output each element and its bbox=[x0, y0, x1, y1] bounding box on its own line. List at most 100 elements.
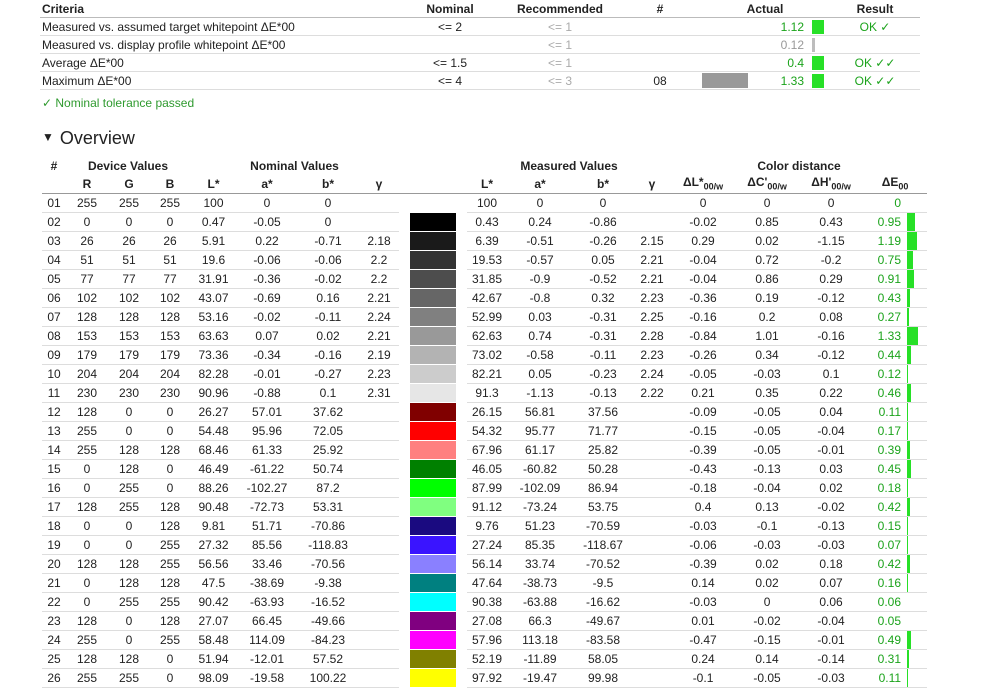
nominal-gamma bbox=[359, 516, 400, 536]
criteria-result bbox=[830, 35, 920, 54]
measured-a: 33.74 bbox=[507, 554, 574, 574]
patch-number: 24 bbox=[42, 630, 66, 650]
delta-e-bar bbox=[907, 384, 912, 402]
device-b: 26 bbox=[150, 231, 190, 251]
measured-gamma-header: γ bbox=[633, 174, 672, 194]
device-r: 26 bbox=[66, 231, 108, 251]
color-swatch-cell bbox=[399, 479, 467, 498]
color-swatch bbox=[410, 593, 457, 611]
criteria-name: Average ΔE*00 bbox=[40, 53, 400, 72]
delta-h: 0.1 bbox=[799, 364, 864, 384]
measured-l-header: L* bbox=[467, 174, 508, 194]
color-swatch-cell bbox=[399, 517, 467, 536]
device-r: 0 bbox=[66, 535, 108, 555]
measured-b: -83.58 bbox=[573, 630, 634, 650]
table-row: 01 255 255 255 100 0 0 100 0 0 0 0 0 0 bbox=[42, 193, 928, 213]
delta-e: 0.49 bbox=[863, 630, 908, 650]
table-row: 24 255 0 255 58.48 114.09 -84.23 57.96 113.18 -83… bbox=[42, 630, 928, 650]
nominal-l: 63.63 bbox=[190, 326, 237, 346]
nominal-l: 68.46 bbox=[190, 440, 237, 460]
patch-number: 05 bbox=[42, 269, 66, 289]
measured-a: -0.57 bbox=[507, 250, 574, 270]
color-swatch-cell bbox=[399, 612, 467, 631]
delta-c: -0.15 bbox=[735, 630, 800, 650]
nominal-l: 100 bbox=[190, 193, 237, 213]
nominal-gamma bbox=[359, 630, 400, 650]
device-g: 0 bbox=[108, 402, 150, 422]
nominal-l: 56.56 bbox=[190, 554, 237, 574]
criteria-swatch-cell bbox=[700, 35, 760, 54]
color-swatch bbox=[410, 517, 457, 535]
device-r: 0 bbox=[66, 212, 108, 232]
table-row: 18 0 0 128 9.81 51.71 -70.86 9.76 51.23 -70.59 -0.… bbox=[42, 516, 928, 536]
delta-e: 0.42 bbox=[863, 554, 908, 574]
device-b: 230 bbox=[150, 383, 190, 403]
measured-b: -0.11 bbox=[573, 345, 634, 365]
delta-c: 0.02 bbox=[735, 554, 800, 574]
table-row: 11 230 230 230 90.96 -0.88 0.1 2.31 91.3 -1.13 -0.… bbox=[42, 383, 928, 403]
measured-gamma bbox=[633, 212, 672, 232]
measured-b: 71.77 bbox=[573, 421, 634, 441]
measured-a: -60.82 bbox=[507, 459, 574, 479]
nominal-a: 51.71 bbox=[237, 516, 297, 536]
delta-l: 0.4 bbox=[671, 497, 736, 517]
measured-b: -70.59 bbox=[573, 516, 634, 536]
nominal-gamma bbox=[359, 440, 400, 460]
delta-e-bar-cell bbox=[907, 459, 928, 479]
criteria-table: Criteria Nominal Recommended # Actual Re… bbox=[40, 0, 920, 90]
device-g: 255 bbox=[108, 478, 150, 498]
delta-c: -0.03 bbox=[735, 535, 800, 555]
device-b: 153 bbox=[150, 326, 190, 346]
delta-c: 0.85 bbox=[735, 212, 800, 232]
nominal-gamma: 2.21 bbox=[359, 326, 400, 346]
measured-gamma bbox=[633, 478, 672, 498]
device-b: 0 bbox=[150, 668, 190, 688]
overview-title: Overview bbox=[59, 128, 135, 148]
device-g: 204 bbox=[108, 364, 150, 384]
color-swatch bbox=[410, 460, 457, 478]
measured-l: 6.39 bbox=[467, 231, 508, 251]
device-r: 77 bbox=[66, 269, 108, 289]
device-g: 179 bbox=[108, 345, 150, 365]
nominal-b: 0.02 bbox=[297, 326, 359, 346]
color-swatch bbox=[410, 441, 457, 459]
nominal-a: -0.69 bbox=[237, 288, 297, 308]
device-b: 204 bbox=[150, 364, 190, 384]
patch-number: 18 bbox=[42, 516, 66, 536]
measured-l: 46.05 bbox=[467, 459, 508, 479]
patch-number: 17 bbox=[42, 497, 66, 517]
color-swatch bbox=[410, 555, 457, 573]
measured-b: 0 bbox=[573, 193, 634, 213]
result-header: Result bbox=[830, 0, 920, 18]
measured-gamma bbox=[633, 497, 672, 517]
color-swatch bbox=[410, 327, 457, 345]
nominal-l: 90.42 bbox=[190, 592, 237, 612]
delta-l-header: ΔL*00/w bbox=[671, 174, 736, 194]
delta-e-bar-cell bbox=[907, 554, 928, 574]
nominal-a: -0.05 bbox=[237, 212, 297, 232]
criteria-num: 08 bbox=[620, 71, 700, 90]
color-swatch-cell bbox=[399, 289, 467, 308]
delta-e-bar bbox=[907, 498, 911, 516]
measured-l: 82.21 bbox=[467, 364, 508, 384]
overview-table: # Device Values Nominal Values Measured … bbox=[42, 157, 928, 688]
device-b: 179 bbox=[150, 345, 190, 365]
criteria-actual-bar-cell bbox=[810, 71, 830, 90]
table-row: 06 102 102 102 43.07 -0.69 0.16 2.21 42.67 -0.8 0.… bbox=[42, 288, 928, 308]
device-g: 128 bbox=[108, 459, 150, 479]
patch-number: 10 bbox=[42, 364, 66, 384]
overview-section-toggle[interactable]: ▼ Overview bbox=[42, 128, 135, 149]
nominal-gamma bbox=[359, 668, 400, 688]
delta-c: -0.04 bbox=[735, 478, 800, 498]
delta-e: 0.27 bbox=[863, 307, 908, 327]
measured-l: 56.14 bbox=[467, 554, 508, 574]
delta-e-bar-cell bbox=[907, 573, 928, 593]
color-swatch-cell bbox=[399, 384, 467, 403]
nominal-a: -19.58 bbox=[237, 668, 297, 688]
nominal-l: 47.5 bbox=[190, 573, 237, 593]
nominal-l: 98.09 bbox=[190, 668, 237, 688]
delta-e-bar-cell bbox=[907, 592, 928, 612]
nominal-a: 57.01 bbox=[237, 402, 297, 422]
measured-gamma bbox=[633, 573, 672, 593]
delta-e-bar-cell bbox=[907, 478, 928, 498]
